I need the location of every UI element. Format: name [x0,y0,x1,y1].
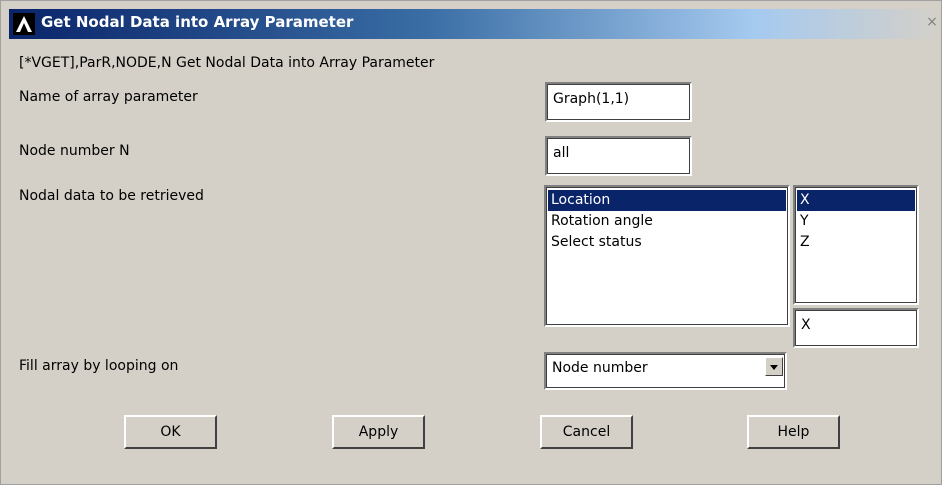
component-field[interactable]: X [793,308,919,348]
list-item-location[interactable]: Location [548,190,786,211]
fill-loop-label: Fill array by looping on [19,358,179,374]
cancel-button[interactable]: Cancel [540,415,633,449]
node-number-label: Node number N [19,143,130,159]
list-item-select-status[interactable]: Select status [548,232,786,253]
fill-loop-dropdown[interactable]: Node number [544,352,787,390]
component-listbox[interactable]: X Y Z [793,185,919,305]
apply-button[interactable]: Apply [332,415,425,449]
list-item-x[interactable]: X [797,190,915,211]
list-item-y[interactable]: Y [797,211,915,232]
ansys-logo-icon [13,13,35,35]
window-title: Get Nodal Data into Array Parameter [41,13,354,31]
nodal-data-label: Nodal data to be retrieved [19,188,204,204]
nodal-data-listbox[interactable]: Location Rotation angle Select status [544,185,790,327]
close-icon[interactable]: × [925,14,939,30]
array-name-label: Name of array parameter [19,89,198,105]
chevron-down-icon[interactable] [765,357,783,376]
list-item-z[interactable]: Z [797,232,915,253]
list-item-rotation-angle[interactable]: Rotation angle [548,211,786,232]
title-bar[interactable]: Get Nodal Data into Array Parameter [9,9,941,39]
array-name-field[interactable]: Graph(1,1) [545,82,692,122]
dialog-window: Get Nodal Data into Array Parameter × [*… [0,0,942,485]
command-text: [*VGET],ParR,NODE,N Get Nodal Data into … [19,55,435,71]
help-button[interactable]: Help [747,415,840,449]
fill-loop-value: Node number [552,360,648,376]
node-number-field[interactable]: all [545,136,692,176]
ok-button[interactable]: OK [124,415,217,449]
